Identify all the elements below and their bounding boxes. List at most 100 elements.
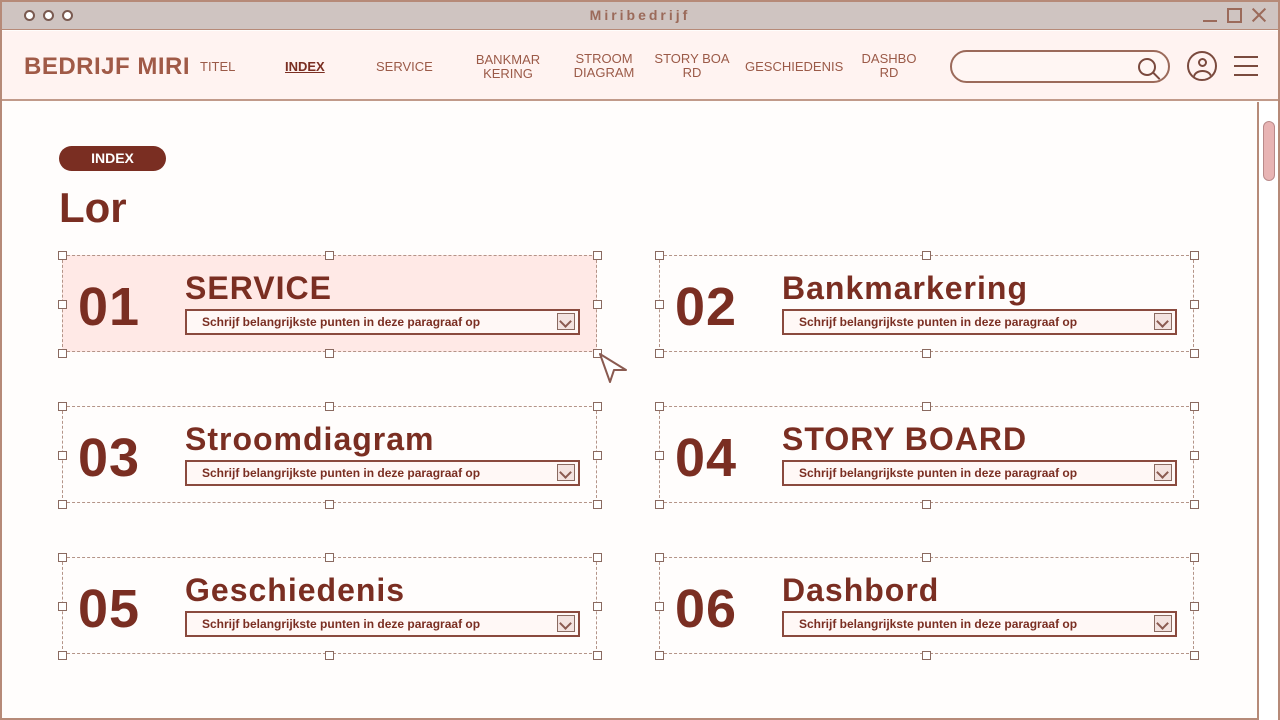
- chevron-down-icon[interactable]: [1154, 615, 1172, 632]
- search-icon[interactable]: [1138, 58, 1156, 76]
- card-dropdown[interactable]: Schrijf belangrijkste punten in deze par…: [782, 460, 1177, 486]
- card-number: 01: [78, 277, 141, 337]
- resize-handle[interactable]: [1190, 602, 1199, 611]
- card-title: Bankmarkering: [782, 270, 1028, 306]
- nav-link-geschiedenis[interactable]: GESCHIEDENIS: [745, 60, 843, 74]
- search-input[interactable]: [950, 50, 1170, 83]
- resize-handle[interactable]: [325, 349, 334, 358]
- maximize-icon[interactable]: [1227, 7, 1242, 23]
- resize-handle[interactable]: [1190, 451, 1199, 460]
- nav-link-line: STROOM: [575, 51, 633, 66]
- resize-handle[interactable]: [593, 553, 602, 562]
- resize-handle[interactable]: [58, 651, 67, 660]
- card-dropdown[interactable]: Schrijf belangrijkste punten in deze par…: [185, 309, 580, 335]
- chevron-down-icon[interactable]: [557, 615, 575, 632]
- index-card-dashbord[interactable]: 06 Dashbord Schrijf belangrijkste punten…: [655, 553, 1199, 660]
- resize-handle[interactable]: [593, 402, 602, 411]
- card-number: 02: [675, 277, 738, 337]
- card-dropdown[interactable]: Schrijf belangrijkste punten in deze par…: [782, 309, 1177, 335]
- resize-handle[interactable]: [58, 300, 67, 309]
- resize-handle[interactable]: [922, 349, 931, 358]
- resize-handle[interactable]: [325, 500, 334, 509]
- nav-link-index[interactable]: INDEX: [285, 60, 325, 74]
- resize-handle[interactable]: [922, 251, 931, 260]
- scrollbar-thumb[interactable]: [1263, 121, 1275, 181]
- resize-handle[interactable]: [593, 300, 602, 309]
- resize-handle[interactable]: [922, 651, 931, 660]
- resize-handle[interactable]: [325, 651, 334, 660]
- dropdown-text: Schrijf belangrijkste punten in deze par…: [202, 617, 481, 631]
- nav-link-line: DASHBO: [861, 51, 917, 66]
- resize-handle[interactable]: [1190, 300, 1199, 309]
- user-head-shape: [1198, 58, 1207, 67]
- nav-link-titel[interactable]: TITEL: [200, 60, 235, 74]
- resize-handle[interactable]: [922, 553, 931, 562]
- chevron-down-icon[interactable]: [1154, 313, 1172, 330]
- resize-handle[interactable]: [1190, 402, 1199, 411]
- resize-handle[interactable]: [1190, 349, 1199, 358]
- resize-handle[interactable]: [1190, 553, 1199, 562]
- index-card-story-board[interactable]: 04 STORY BOARD Schrijf belangrijkste pun…: [655, 402, 1199, 509]
- nav-link-service[interactable]: SERVICE: [376, 60, 433, 74]
- chevron-down-icon[interactable]: [557, 464, 575, 481]
- resize-handle[interactable]: [58, 602, 67, 611]
- resize-handle[interactable]: [655, 500, 664, 509]
- resize-handle[interactable]: [58, 251, 67, 260]
- index-card-bankmarkering[interactable]: 02 Bankmarkering Schrijf belangrijkste p…: [655, 251, 1199, 358]
- resize-handle[interactable]: [58, 402, 67, 411]
- resize-handle[interactable]: [1190, 251, 1199, 260]
- nav-link-dashbord[interactable]: DASHBO RD: [854, 52, 924, 80]
- resize-handle[interactable]: [655, 349, 664, 358]
- dropdown-text: Schrijf belangrijkste punten in deze par…: [799, 466, 1078, 480]
- card-dropdown[interactable]: Schrijf belangrijkste punten in deze par…: [185, 611, 580, 637]
- resize-handle[interactable]: [325, 402, 334, 411]
- resize-handle[interactable]: [655, 251, 664, 260]
- window-title: Miribedrijf: [589, 7, 691, 23]
- resize-handle[interactable]: [655, 402, 664, 411]
- vertical-scrollbar[interactable]: [1257, 102, 1278, 720]
- resize-handle[interactable]: [593, 602, 602, 611]
- page-title: Lor: [59, 184, 127, 231]
- resize-handle[interactable]: [58, 553, 67, 562]
- resize-handle[interactable]: [325, 553, 334, 562]
- resize-handle[interactable]: [58, 500, 67, 509]
- hamburger-menu-icon[interactable]: [1234, 56, 1258, 76]
- index-card-stroomdiagram[interactable]: 03 Stroomdiagram Schrijf belangrijkste p…: [58, 402, 602, 509]
- resize-handle[interactable]: [58, 451, 67, 460]
- resize-handle[interactable]: [1190, 500, 1199, 509]
- brand-logo[interactable]: BEDRIJF MIRI: [24, 53, 190, 81]
- index-card-geschiedenis[interactable]: 05 Geschiedenis Schrijf belangrijkste pu…: [58, 553, 602, 660]
- resize-handle[interactable]: [655, 651, 664, 660]
- nav-link-bankmarkering[interactable]: BANKMAR KERING: [472, 53, 544, 81]
- nav-link-line: DIAGRAM: [573, 65, 635, 80]
- user-icon[interactable]: [1187, 51, 1217, 81]
- card-title: STORY BOARD: [782, 421, 1028, 457]
- resize-handle[interactable]: [655, 602, 664, 611]
- card-dropdown[interactable]: Schrijf belangrijkste punten in deze par…: [185, 460, 580, 486]
- nav-link-stroomdiagram[interactable]: STROOM DIAGRAM: [568, 52, 640, 80]
- minimize-icon[interactable]: [1201, 6, 1219, 24]
- resize-handle[interactable]: [593, 500, 602, 509]
- title-bar: Miribedrijf: [2, 2, 1278, 30]
- resize-handle[interactable]: [922, 402, 931, 411]
- close-icon[interactable]: [1250, 6, 1268, 24]
- resize-handle[interactable]: [593, 651, 602, 660]
- resize-handle[interactable]: [58, 349, 67, 358]
- resize-handle[interactable]: [655, 553, 664, 562]
- resize-handle[interactable]: [655, 300, 664, 309]
- nav-link-line: STORY BOA: [654, 51, 730, 66]
- resize-handle[interactable]: [1190, 651, 1199, 660]
- resize-handle[interactable]: [655, 451, 664, 460]
- resize-handle[interactable]: [922, 500, 931, 509]
- resize-handle[interactable]: [325, 251, 334, 260]
- resize-handle[interactable]: [593, 251, 602, 260]
- nav-link-story-board[interactable]: STORY BOA RD: [652, 52, 732, 80]
- dropdown-text: Schrijf belangrijkste punten in deze par…: [202, 466, 481, 480]
- card-title: Dashbord: [782, 572, 940, 608]
- resize-handle[interactable]: [593, 451, 602, 460]
- index-card-service[interactable]: 01 SERVICE Schrijf belangrijkste punten …: [58, 251, 602, 358]
- chevron-down-icon[interactable]: [1154, 464, 1172, 481]
- card-dropdown[interactable]: Schrijf belangrijkste punten in deze par…: [782, 611, 1177, 637]
- chevron-down-icon[interactable]: [557, 313, 575, 330]
- mouse-cursor-icon: [599, 353, 627, 383]
